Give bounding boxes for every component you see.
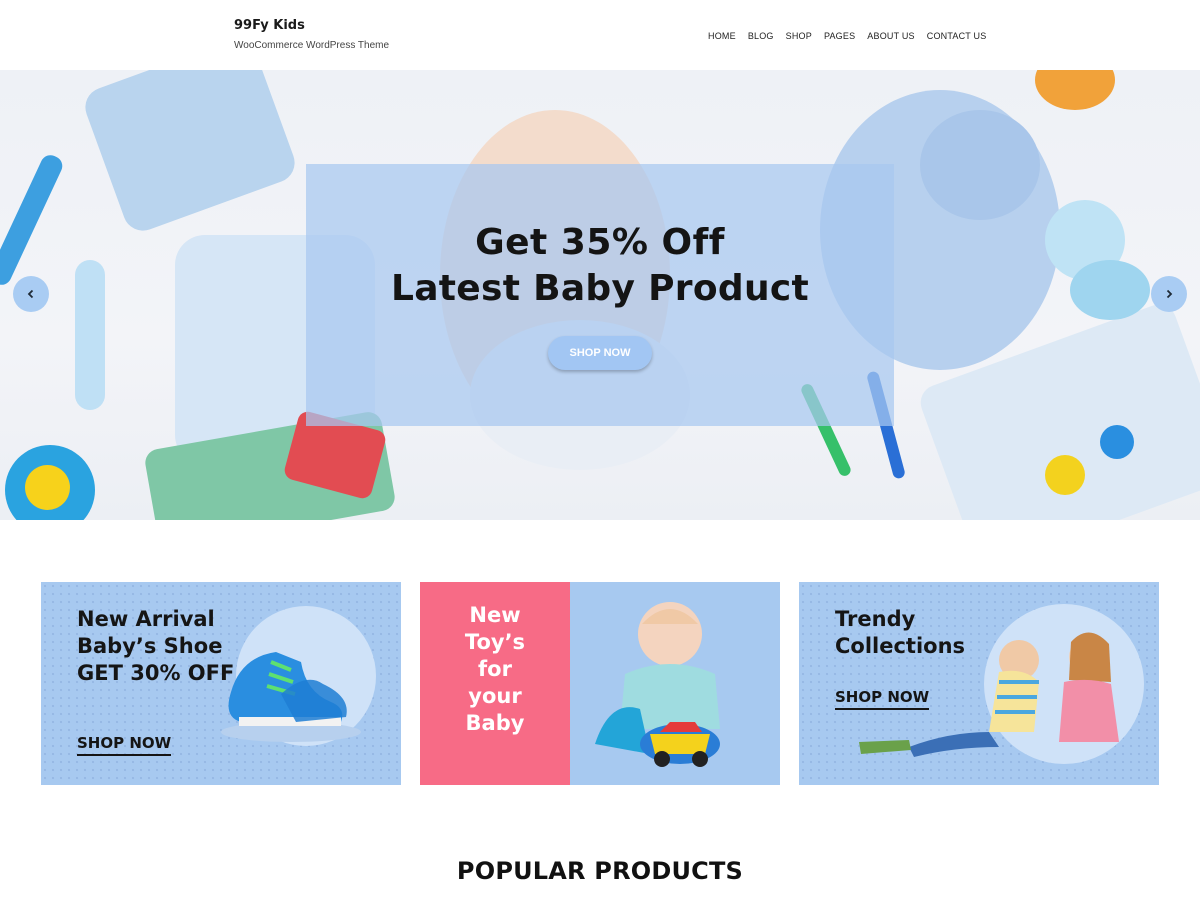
banner-toys-title: New Toy’s for your Baby — [420, 602, 570, 737]
site-tagline: WooCommerce WordPress Theme — [234, 40, 390, 51]
banner-collections-title-line2: Collections — [835, 634, 966, 658]
banner-shoes-shop-now-link[interactable]: SHOP NOW — [77, 734, 172, 756]
site-title[interactable]: 99Fy Kids — [234, 18, 389, 33]
brand[interactable]: 99Fy Kids WooCommerce WordPress Theme — [234, 18, 389, 51]
nav-blog[interactable]: BLOG — [748, 31, 774, 41]
hero-slider: Get 35% Off Latest Baby Product SHOP NOW — [0, 70, 1200, 520]
promo-banner-toys[interactable]: New Toy’s for your Baby — [420, 582, 780, 785]
banner-shoes-title-line3: GET 30% OFF — [77, 661, 235, 685]
nav-about-us[interactable]: ABOUT US — [867, 31, 914, 41]
baby-with-toy-car-image — [595, 602, 720, 767]
nav-home[interactable]: HOME — [708, 31, 736, 41]
chevron-left-icon — [27, 289, 34, 299]
slider-prev-button[interactable] — [13, 276, 49, 312]
hero-headline-line2: Latest Baby Product — [390, 268, 810, 309]
banner-toys-title-line2: Toy’s — [464, 630, 526, 654]
banner-toys-title-line3: for — [478, 657, 512, 681]
slider-next-button[interactable] — [1151, 276, 1187, 312]
chevron-right-icon — [1166, 289, 1173, 299]
banner-shoes-title-line1: New Arrival — [77, 607, 215, 631]
main-nav: HOME BLOG SHOP PAGES ABOUT US CONTACT US — [708, 31, 998, 41]
nav-contact-us[interactable]: CONTACT US — [927, 31, 987, 41]
nav-pages[interactable]: PAGES — [824, 31, 855, 41]
banner-toys-title-line5: Baby — [465, 711, 525, 735]
banner-toys-title-line1: New — [469, 603, 521, 627]
baby-shoe-image — [221, 652, 361, 742]
banner-collections-title: Trendy Collections — [835, 606, 965, 660]
banner-collections-title-line1: Trendy — [835, 607, 916, 631]
promo-banner-shoes[interactable]: New Arrival Baby’s Shoe GET 30% OFF SHOP… — [41, 582, 401, 785]
hero-headline-line1: Get 35% Off — [475, 222, 725, 263]
hero-shop-now-button[interactable]: SHOP NOW — [548, 336, 652, 370]
popular-products-title: POPULAR PRODUCTS — [456, 857, 744, 885]
banner-collections-shop-now-link[interactable]: SHOP NOW — [835, 688, 930, 710]
banner-shoes-title: New Arrival Baby’s Shoe GET 30% OFF — [77, 606, 234, 687]
promo-banner-collections[interactable]: Trendy Collections SHOP NOW — [799, 582, 1159, 785]
banner-toys-title-line4: your — [468, 684, 522, 708]
site-header: 99Fy Kids WooCommerce WordPress Theme HO… — [0, 0, 1200, 70]
nav-shop[interactable]: SHOP — [786, 31, 812, 41]
banner-shoes-title-line2: Baby’s Shoe — [77, 634, 223, 658]
